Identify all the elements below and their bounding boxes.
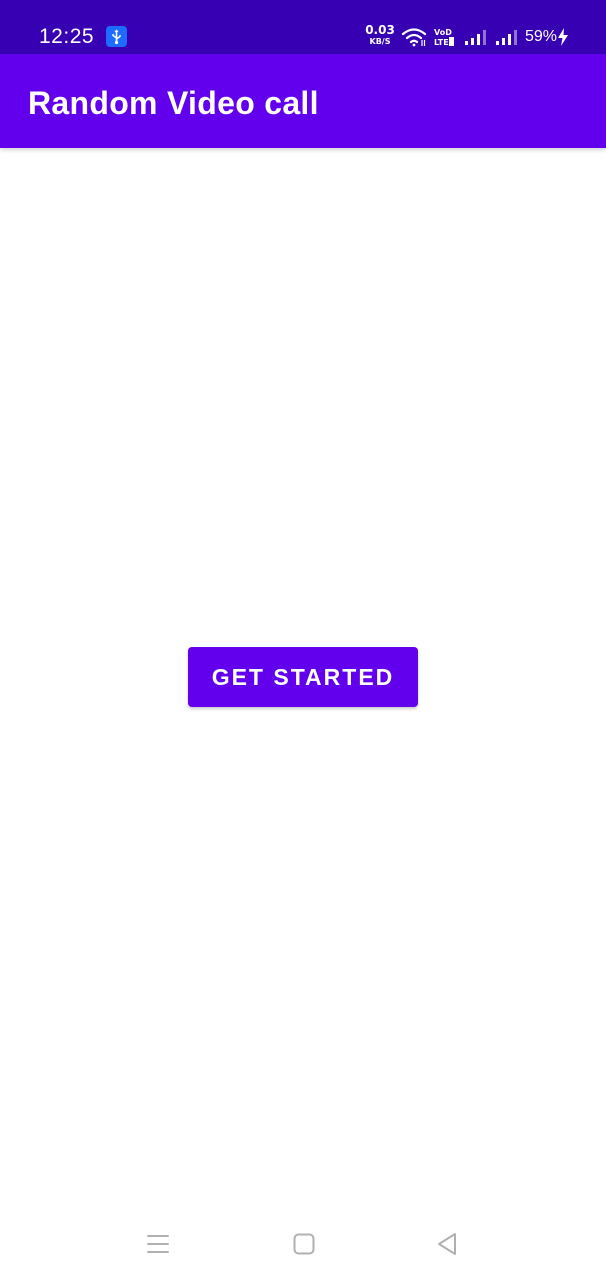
main-content: GET STARTED: [0, 148, 606, 1210]
status-bar: 12:25 0.03 KB/S VoD LTE 59%: [0, 0, 606, 54]
status-time: 12:25: [39, 25, 95, 48]
svg-text:VoD: VoD: [434, 28, 452, 37]
usb-icon: [106, 26, 127, 47]
network-speed-value: 0.03: [365, 23, 395, 37]
back-icon[interactable]: [435, 1231, 459, 1262]
app-bar: Random Video call: [0, 54, 606, 148]
wifi-icon: [401, 27, 427, 52]
network-speed-unit: KB/S: [369, 37, 391, 46]
signal-icon: [464, 28, 488, 51]
get-started-button[interactable]: GET STARTED: [188, 647, 418, 707]
svg-text:LTE: LTE: [434, 38, 449, 47]
volte-icon: VoD LTE: [432, 26, 456, 53]
battery-percentage: 59%: [525, 28, 558, 45]
app-title: Random Video call: [28, 85, 319, 121]
menu-icon[interactable]: [146, 1233, 170, 1260]
charging-icon: [556, 27, 570, 52]
navigation-bar: [0, 1210, 606, 1280]
app-screen: 12:25 0.03 KB/S VoD LTE 59% Random Video…: [0, 0, 606, 1280]
network-speed: 0.03 KB/S: [364, 23, 396, 47]
signal-icon: [495, 28, 519, 51]
home-icon[interactable]: [292, 1232, 316, 1261]
